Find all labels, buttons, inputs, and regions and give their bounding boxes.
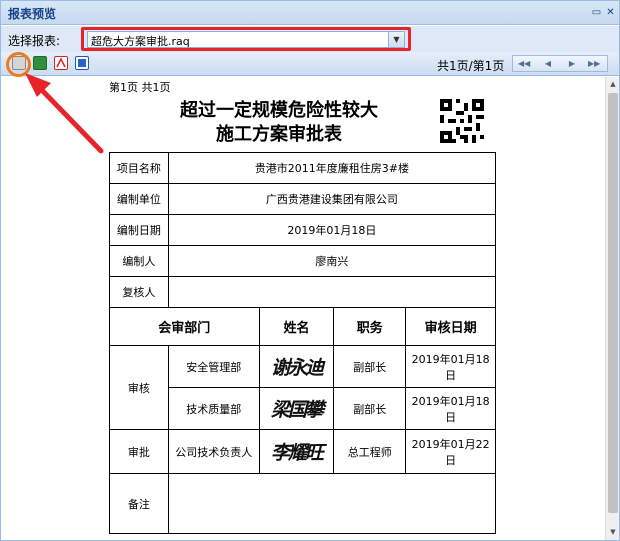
review-position: 副部长 xyxy=(333,387,407,430)
table-row: 备注 xyxy=(109,473,497,534)
table-row: 技术质量部 梁国攀 副部长 2019年01月18日 xyxy=(110,387,496,430)
scroll-down-icon[interactable]: ▼ xyxy=(608,527,618,537)
report-page-info: 第1页 共1页 xyxy=(109,81,171,94)
row-label: 编制人 xyxy=(109,245,169,277)
row-value: 廖南兴 xyxy=(167,245,497,277)
row-value xyxy=(167,276,497,308)
review-dept: 安全管理部 xyxy=(167,345,260,388)
first-page-icon[interactable]: ◀◀ xyxy=(518,58,530,70)
table-row: 审批 公司技术负责人 李耀旺 总工程师 2019年01月22日 xyxy=(109,429,496,474)
report-preview-window: 报表预览 ▭ ✕ 选择报表: 超危大方案审批.raq ▼ 共1页/第1页 ◀◀ … xyxy=(0,0,620,541)
report-selector-label: 选择报表: xyxy=(8,34,61,48)
row-value: 贵港市2011年度廉租住房3#楼 xyxy=(167,152,497,184)
page-navigation: ◀◀ ◀ ▶ ▶▶ xyxy=(512,55,608,72)
report-title: 超过一定规模危险性较大 施工方案审批表 xyxy=(161,99,397,147)
table-row: 编制日期 2019年01月18日 xyxy=(109,214,497,246)
prev-page-icon[interactable]: ◀ xyxy=(542,58,554,70)
signature-text: 谢永迪 xyxy=(270,357,324,379)
excel-icon[interactable] xyxy=(33,56,47,70)
review-position: 总工程师 xyxy=(333,429,407,474)
preview-toolbar: 共1页/第1页 ◀◀ ◀ ▶ ▶▶ xyxy=(1,52,619,76)
note-value xyxy=(167,473,497,534)
row-value: 2019年01月18日 xyxy=(167,214,497,246)
print-highlight-circle xyxy=(6,52,31,77)
row-label: 复核人 xyxy=(109,276,169,308)
approve-label: 审批 xyxy=(109,429,169,474)
review-date: 2019年01月22日 xyxy=(405,429,496,474)
review-position: 副部长 xyxy=(333,345,407,388)
vertical-scrollbar[interactable]: ▲ ▼ xyxy=(605,77,619,540)
qr-code-icon xyxy=(440,99,484,143)
signature: 李耀旺 xyxy=(258,429,335,474)
review-header-row: 会审部门 姓名 职务 审核日期 xyxy=(109,307,496,346)
header-position: 职务 xyxy=(333,307,407,346)
word-icon[interactable] xyxy=(75,56,89,70)
close-icon[interactable]: ✕ xyxy=(604,6,617,19)
signature: 梁国攀 xyxy=(258,387,335,430)
review-dept: 技术质量部 xyxy=(167,387,260,430)
window-title: 报表预览 xyxy=(8,7,57,21)
review-date: 2019年01月18日 xyxy=(405,345,496,388)
table-row: 项目名称 贵港市2011年度廉租住房3#楼 xyxy=(109,152,497,184)
review-dept: 公司技术负责人 xyxy=(167,429,260,474)
row-label: 编制日期 xyxy=(109,214,169,246)
table-row: 编制单位 广西贵港建设集团有限公司 xyxy=(109,183,497,215)
table-row: 编制人 廖南兴 xyxy=(109,245,497,277)
window-titlebar: 报表预览 ▭ ✕ xyxy=(1,1,619,25)
header-date: 审核日期 xyxy=(405,307,496,346)
scroll-thumb[interactable] xyxy=(608,93,618,513)
signature: 谢永迪 xyxy=(258,345,335,388)
row-label: 项目名称 xyxy=(109,152,169,184)
header-dept: 会审部门 xyxy=(109,307,260,346)
row-label: 编制单位 xyxy=(109,183,169,215)
report-title-line2: 施工方案审批表 xyxy=(216,124,342,145)
report-title-line1: 超过一定规模危险性较大 xyxy=(180,100,378,121)
scroll-up-icon[interactable]: ▲ xyxy=(608,79,618,89)
header-name: 姓名 xyxy=(258,307,335,346)
last-page-icon[interactable]: ▶▶ xyxy=(588,58,600,70)
minimize-icon[interactable]: ▭ xyxy=(590,6,603,19)
table-row: 复核人 xyxy=(109,276,497,308)
row-value: 广西贵港建设集团有限公司 xyxy=(167,183,497,215)
approval-form-table: 项目名称 贵港市2011年度廉租住房3#楼 编制单位 广西贵港建设集团有限公司 … xyxy=(109,152,497,534)
page-count: 共1页/第1页 xyxy=(437,59,505,73)
note-label: 备注 xyxy=(109,473,169,534)
select-highlight-box xyxy=(81,27,411,51)
pdf-icon[interactable] xyxy=(54,56,68,70)
review-group-label: 审核 xyxy=(109,345,169,430)
signature-text: 李耀旺 xyxy=(270,442,324,464)
table-row: 审核 安全管理部 谢永迪 副部长 2019年01月18日 xyxy=(109,345,496,430)
signature-text: 梁国攀 xyxy=(270,399,324,421)
review-date: 2019年01月18日 xyxy=(405,387,496,430)
next-page-icon[interactable]: ▶ xyxy=(566,58,578,70)
